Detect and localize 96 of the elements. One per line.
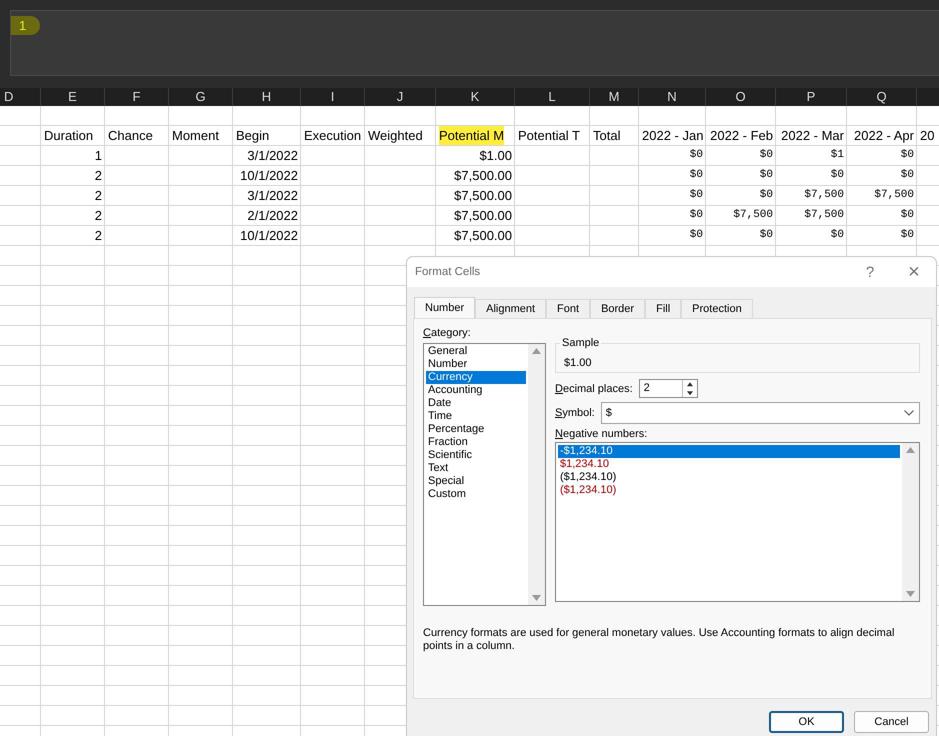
list-item[interactable]: ($1,234.10) bbox=[558, 484, 900, 497]
category-list[interactable]: General Number Currency Accounting Date Time Percentage Fraction Scientific Text Special Custom bbox=[423, 343, 546, 606]
table-cell-text: $0 bbox=[758, 188, 774, 203]
table-cell-text: $0 bbox=[900, 168, 915, 183]
column-title: Potential T bbox=[518, 127, 580, 145]
tab[interactable]: Alignment bbox=[475, 299, 546, 318]
tab[interactable]: Border bbox=[590, 299, 646, 318]
table-cell-text: $7,500.00 bbox=[453, 207, 513, 225]
table-cell-text: $0 bbox=[688, 208, 704, 223]
scroll-up-icon[interactable] bbox=[532, 348, 541, 354]
formula-bar[interactable]: 1 bbox=[10, 10, 939, 76]
table-cell-text: $0 bbox=[900, 208, 915, 223]
list-item[interactable]: Accounting bbox=[426, 384, 526, 397]
list-item[interactable]: Text bbox=[426, 462, 526, 475]
table-cell-text: 2 bbox=[94, 167, 103, 185]
dialog-button[interactable]: OK bbox=[769, 711, 844, 733]
sample-value: $1.00 bbox=[564, 357, 592, 369]
table-cell-text: $0 bbox=[688, 228, 704, 243]
column-title: Chance bbox=[108, 127, 153, 145]
sample-label: Sample bbox=[560, 337, 602, 349]
scrollbar[interactable] bbox=[528, 344, 545, 605]
table-cell-text: $0 bbox=[758, 148, 774, 163]
chevron-down-icon[interactable] bbox=[904, 410, 914, 416]
table-cell-text: $7,500 bbox=[732, 208, 774, 223]
list-item[interactable]: Scientific bbox=[426, 449, 526, 462]
table-cell-text: 2 bbox=[94, 227, 103, 245]
list-item[interactable]: Percentage bbox=[426, 423, 526, 436]
list-item[interactable]: Fraction bbox=[426, 436, 526, 449]
list-item[interactable]: Date bbox=[426, 397, 526, 410]
table-cell-text: $7,500.00 bbox=[453, 187, 513, 205]
table-cell-text: 2 bbox=[94, 187, 103, 205]
list-item[interactable]: Special bbox=[426, 475, 526, 488]
table-cell-text: 3/1/2022 bbox=[246, 187, 299, 205]
table-cell-text: $0 bbox=[758, 168, 774, 183]
table-cell-text: $7,500.00 bbox=[453, 227, 513, 245]
column-title: 2022 - Mar bbox=[781, 127, 844, 145]
description-text: Currency formats are used for general monetary values. Use Accounting formats to align decimal points in a column. bbox=[423, 627, 896, 653]
list-item[interactable]: Number bbox=[426, 358, 526, 371]
column-title: 20 bbox=[920, 127, 934, 145]
column-title: 2022 - Feb bbox=[710, 127, 773, 145]
table-cell-text: $7,500 bbox=[803, 208, 845, 223]
decimal-places-spinner[interactable]: 2 bbox=[638, 379, 698, 398]
formula-value: 1 bbox=[11, 16, 40, 35]
column-title: Duration bbox=[44, 127, 94, 145]
tab[interactable]: Fill bbox=[645, 299, 682, 318]
scrollbar[interactable] bbox=[902, 443, 919, 601]
table-cell-text: 10/1/2022 bbox=[239, 227, 299, 245]
table-cell-text: $0 bbox=[688, 168, 704, 183]
list-item[interactable]: General bbox=[426, 345, 526, 358]
table-cell-text: $1.00 bbox=[478, 147, 513, 165]
table-cell-text: $7,500 bbox=[873, 188, 915, 203]
table-cell-text: $0 bbox=[830, 168, 845, 183]
table-cell-text: $0 bbox=[688, 188, 704, 203]
list-item[interactable]: Custom bbox=[426, 488, 526, 501]
negative-numbers-label: Negative numbers: bbox=[555, 428, 648, 440]
table-cell-text: $0 bbox=[900, 228, 915, 243]
table-cell-text: $1 bbox=[830, 148, 845, 163]
list-item[interactable]: Currency bbox=[426, 371, 526, 384]
table-cell-text: 2/1/2022 bbox=[246, 207, 299, 225]
table-cell-text: 1 bbox=[94, 147, 103, 165]
table-cell-text: 10/1/2022 bbox=[239, 167, 299, 185]
scroll-down-icon[interactable] bbox=[532, 595, 541, 601]
table-cell-text: 3/1/2022 bbox=[246, 147, 299, 165]
category-label: Category: bbox=[423, 327, 472, 339]
column-title: Weighted bbox=[368, 127, 423, 145]
table-cell-text: $0 bbox=[688, 148, 704, 163]
tab[interactable]: Number bbox=[414, 297, 476, 318]
table-cell-text: $7,500 bbox=[803, 188, 845, 203]
table-cell-text: $7,500.00 bbox=[453, 167, 513, 185]
decimal-places-label: Decimal places: bbox=[555, 382, 633, 394]
scroll-down-icon[interactable] bbox=[906, 591, 915, 597]
column-title: Potential M bbox=[439, 126, 504, 145]
column-title: Total bbox=[593, 127, 620, 145]
scroll-up-icon[interactable] bbox=[906, 447, 915, 453]
list-item[interactable]: $1,234.10 bbox=[558, 458, 900, 471]
dialog-title: Format Cells bbox=[415, 266, 482, 278]
symbol-dropdown[interactable]: $ bbox=[600, 402, 920, 424]
column-title: 2022 - Apr bbox=[854, 127, 914, 145]
table-cell-text: 2 bbox=[94, 207, 103, 225]
list-item[interactable]: -$1,234.10 bbox=[558, 445, 900, 458]
column-title: Begin bbox=[236, 127, 270, 145]
dialog-button[interactable]: Cancel bbox=[854, 711, 929, 733]
column-title: Execution bbox=[304, 127, 362, 145]
symbol-label: Symbol: bbox=[555, 407, 595, 419]
negative-numbers-list[interactable]: -$1,234.10 $1,234.10 ($1,234.10) ($1,234.10) bbox=[555, 442, 920, 602]
column-title: 2022 - Jan bbox=[642, 127, 704, 145]
column-title: Moment bbox=[172, 127, 219, 145]
close-button[interactable]: × bbox=[892, 257, 936, 287]
help-button[interactable]: ? bbox=[848, 257, 892, 287]
list-item[interactable]: ($1,234.10) bbox=[558, 471, 900, 484]
tab[interactable]: Font bbox=[546, 299, 590, 318]
table-cell-text: $0 bbox=[758, 228, 774, 243]
table-cell-text: $0 bbox=[900, 148, 915, 163]
list-item[interactable]: Time bbox=[426, 410, 526, 423]
tab[interactable]: Protection bbox=[681, 299, 753, 318]
table-cell-text: $0 bbox=[830, 228, 845, 243]
